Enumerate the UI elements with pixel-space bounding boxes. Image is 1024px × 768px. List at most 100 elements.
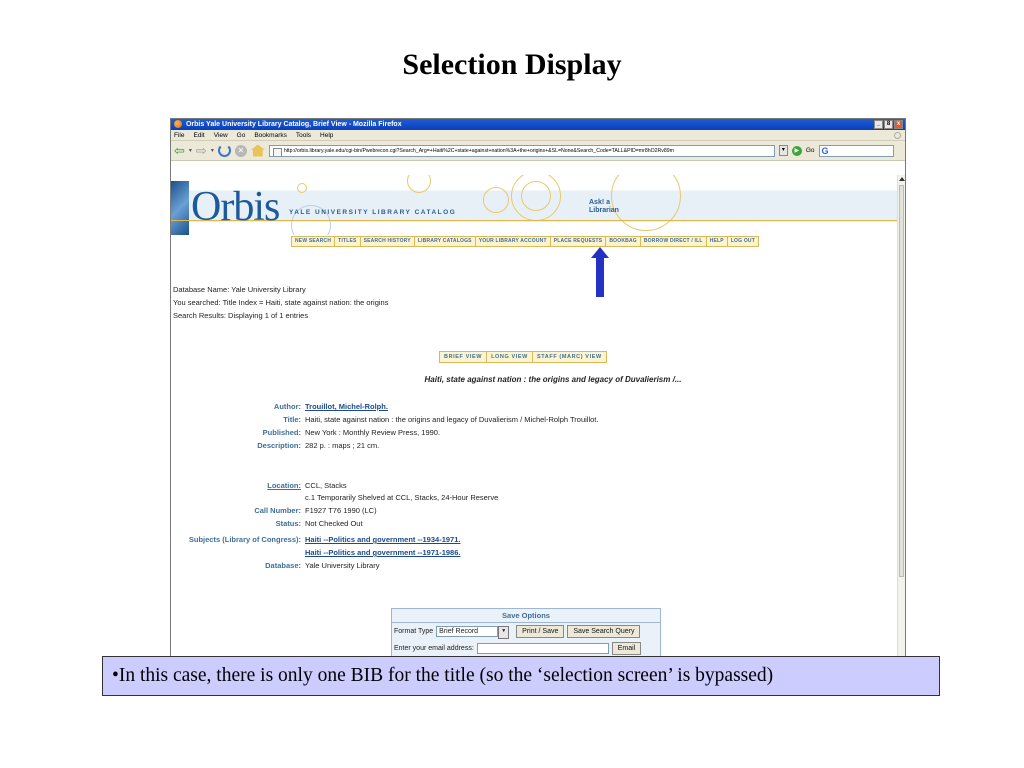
nav-bookbag[interactable]: BOOKBAG xyxy=(606,237,641,246)
author-label: Author: xyxy=(273,402,301,411)
location-row: Location: CCL, Stacks xyxy=(171,481,347,490)
search-results-count: Search Results: Displaying 1 of 1 entrie… xyxy=(173,311,309,320)
menu-tools[interactable]: Tools xyxy=(296,130,311,140)
throbber-icon xyxy=(894,132,901,139)
menu-bar: File Edit View Go Bookmarks Tools Help xyxy=(171,130,905,141)
pointer-arrow-icon xyxy=(591,247,609,297)
ask-librarian-link[interactable]: Ask! a Librarian xyxy=(589,199,619,215)
ask-line2: Librarian xyxy=(589,207,619,214)
database-row: Database: Yale University Library xyxy=(171,561,379,570)
browser-window: Orbis Yale University Library Catalog, B… xyxy=(170,118,906,658)
scroll-up-icon[interactable] xyxy=(899,177,905,181)
description-label: Description: xyxy=(257,441,301,450)
callnumber-value: F1927 T76 1990 (LC) xyxy=(305,506,377,515)
maximize-button[interactable]: 8 xyxy=(884,120,893,129)
menu-bookmarks[interactable]: Bookmarks xyxy=(254,130,287,140)
database-name: Database Name: Yale University Library xyxy=(173,285,306,294)
slide-note: •In this case, there is only one BIB for… xyxy=(102,656,940,696)
location-link[interactable]: Location: xyxy=(171,481,303,490)
nav-borrow-direct[interactable]: BORROW DIRECT / ILL xyxy=(641,237,707,246)
nav-library-catalogs[interactable]: LIBRARY CATALOGS xyxy=(415,237,476,246)
status-value: Not Checked Out xyxy=(305,519,363,528)
format-type-select[interactable]: Brief Record xyxy=(436,626,510,639)
published-row: Published: New York : Monthly Review Pre… xyxy=(171,428,440,437)
tab-long-view[interactable]: LONG VIEW xyxy=(487,352,533,362)
back-dropdown-icon[interactable]: ▾ xyxy=(189,147,192,154)
nav-place-requests[interactable]: PLACE REQUESTS xyxy=(551,237,607,246)
nav-help[interactable]: HELP xyxy=(707,237,728,246)
slide-title: Selection Display xyxy=(402,48,622,81)
reload-icon[interactable] xyxy=(217,144,231,157)
go-arrow-icon[interactable]: ▶ xyxy=(791,145,802,156)
ring-decoration xyxy=(611,175,681,231)
menu-help[interactable]: Help xyxy=(320,130,333,140)
tab-staff-view[interactable]: STAFF (MARC) VIEW xyxy=(533,352,606,362)
search-info: Database Name: Yale University Library Y… xyxy=(173,283,388,322)
nav-new-search[interactable]: NEW SEARCH xyxy=(292,237,336,246)
ring-decoration xyxy=(521,181,551,211)
database-value: Yale University Library xyxy=(305,561,380,570)
menu-file[interactable]: File xyxy=(174,130,184,140)
vertical-scrollbar[interactable] xyxy=(897,175,905,657)
page-content: Orbis YALE UNIVERSITY LIBRARY CATALOG As… xyxy=(171,175,899,657)
search-engine-box[interactable]: G xyxy=(818,144,894,157)
close-button[interactable]: x xyxy=(894,120,903,129)
minimize-button[interactable]: _ xyxy=(874,120,883,129)
location-value: CCL, Stacks xyxy=(305,481,347,490)
ring-decoration xyxy=(297,183,307,193)
menu-view[interactable]: View xyxy=(214,130,228,140)
title-value: Haiti, state against nation : the origin… xyxy=(305,415,599,424)
status-label: Status: xyxy=(275,519,301,528)
main-nav: NEW SEARCH TITLES SEARCH HISTORY LIBRARY… xyxy=(291,236,759,247)
tab-brief-view[interactable]: BRIEF VIEW xyxy=(440,352,488,362)
format-type-label: Format Type xyxy=(394,628,434,635)
title-row: Title: Haiti, state against nation : the… xyxy=(171,415,598,424)
nav-titles[interactable]: TITLES xyxy=(335,237,361,246)
published-label: Published: xyxy=(262,428,301,437)
author-link[interactable]: Trouillot, Michel-Rolph. xyxy=(303,402,388,411)
back-arrow-icon[interactable]: ⇦ xyxy=(174,143,185,158)
author-row: Author: Trouillot, Michel-Rolph. xyxy=(171,402,388,411)
description-value: 282 p. : maps ; 21 cm. xyxy=(305,441,380,450)
email-input[interactable] xyxy=(476,643,609,654)
menu-edit[interactable]: Edit xyxy=(193,130,204,140)
ring-decoration xyxy=(407,175,431,193)
status-row: Status: Not Checked Out xyxy=(171,519,363,528)
subject-link-2[interactable]: Haiti --Politics and government --1971-1… xyxy=(305,548,460,557)
firefox-icon xyxy=(174,120,182,129)
forward-dropdown-icon[interactable]: ▾ xyxy=(211,147,214,154)
print-save-button[interactable]: Print / Save xyxy=(516,625,565,638)
home-icon[interactable] xyxy=(250,144,265,157)
save-options-panel: Save Options Format Type Brief Record Pr… xyxy=(391,608,661,657)
email-row: Enter your email address: Email xyxy=(392,640,660,657)
format-row: Format Type Brief Record Print / Save Sa… xyxy=(392,623,660,640)
url-dropdown-icon[interactable]: ▾ xyxy=(778,145,788,156)
window-titlebar: Orbis Yale University Library Catalog, B… xyxy=(171,119,905,130)
save-search-query-button[interactable]: Save Search Query xyxy=(567,625,641,638)
subjects-row: Subjects (Library of Congress): Haiti --… xyxy=(171,535,461,544)
email-button[interactable]: Email xyxy=(611,642,642,655)
menu-go[interactable]: Go xyxy=(237,130,246,140)
scroll-thumb[interactable] xyxy=(899,185,904,577)
nav-library-account[interactable]: YOUR LIBRARY ACCOUNT xyxy=(476,237,551,246)
view-tabs: BRIEF VIEW LONG VIEW STAFF (MARC) VIEW xyxy=(439,351,607,363)
orbis-logo[interactable]: Orbis xyxy=(191,183,280,231)
title-label: Title: xyxy=(283,415,301,424)
database-label: Database: xyxy=(265,561,301,570)
ring-decoration xyxy=(483,187,509,213)
url-bar[interactable]: http://orbis.library.yale.edu/cgi-bin/Pw… xyxy=(268,144,775,157)
location-note: c.1 Temporarily Shelved at CCL, Stacks, … xyxy=(305,493,499,502)
nav-search-history[interactable]: SEARCH HISTORY xyxy=(361,237,415,246)
save-options-heading: Save Options xyxy=(392,609,660,623)
window-title: Orbis Yale University Library Catalog, B… xyxy=(185,121,402,128)
banner-divider xyxy=(171,220,899,221)
stop-icon[interactable]: ✕ xyxy=(234,144,247,157)
ask-line1: Ask! a xyxy=(589,199,611,206)
go-label[interactable]: Go xyxy=(806,147,815,154)
forward-arrow-icon[interactable]: ⇨ xyxy=(196,143,207,158)
orbis-banner: Orbis YALE UNIVERSITY LIBRARY CATALOG As… xyxy=(171,175,899,235)
nav-log-out[interactable]: LOG OUT xyxy=(728,237,758,246)
subject-link-1[interactable]: Haiti --Politics and government --1934-1… xyxy=(303,535,460,544)
navigation-toolbar: ⇦ ▾ ⇨ ▾ ✕ http://orbis.library.yale.edu/… xyxy=(171,141,905,161)
globe-decoration xyxy=(171,181,189,235)
